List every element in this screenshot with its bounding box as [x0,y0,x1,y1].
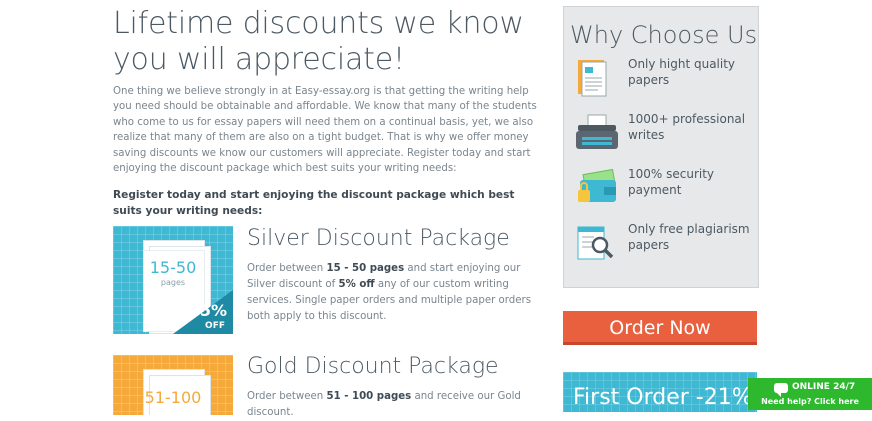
silver-thumb-off: OFF [205,321,225,331]
why-choose-us-title: Why Choose Us [570,21,758,49]
why-item-writers: 1000+ professional writes [574,111,754,161]
order-now-button[interactable]: Order Now [563,311,757,345]
gold-thumb-range: 51-100 [144,388,202,407]
gold-package-thumbnail: 51-100 [113,355,233,415]
why-item-label: 1000+ professional writes [628,112,746,142]
gold-package-title: Gold Discount Package [247,354,499,379]
page-headline: Lifetime discounts we know you will appr… [113,6,524,77]
silver-package-description: Order between 15 - 50 pages and start en… [247,263,532,322]
silver-package-title: Silver Discount Package [247,226,510,251]
chat-bubble-icon [774,383,788,397]
chat-help-link[interactable]: Need help? Click here [748,397,872,406]
silver-thumb-percent: 5% [199,301,227,320]
why-item-security: 100% security payment [574,166,754,216]
silver-thumb-unit: pages [160,278,186,287]
document-icon [578,60,607,97]
live-chat-widget[interactable]: ONLINE 24/7 Need help? Click here [748,378,872,410]
plagiarism-check-icon [577,226,614,260]
why-choose-us-panel: Why Choose Us Only hight quality papers … [563,6,759,288]
typewriter-icon [576,114,618,149]
silver-package-thumbnail: 15-50 pages 5% OFF [113,226,233,334]
why-item-label: 100% security payment [628,167,715,197]
register-callout: Register today and start enjoying the di… [113,189,515,217]
why-item-plagiarism: Only free plagiarism papers [574,221,754,271]
why-item-quality: Only hight quality papers [574,56,754,106]
why-item-label: Only free plagiarism papers [628,222,750,252]
chat-status: ONLINE 24/7 [792,382,856,392]
intro-paragraph: One thing we believe strongly in at Easy… [113,86,537,175]
silver-thumb-range: 15-50 [149,258,197,277]
gold-package-description: Order between 51 - 100 pages and receive… [247,391,521,418]
why-item-label: Only hight quality papers [628,57,736,87]
wallet-lock-icon [578,168,616,202]
first-order-banner[interactable]: First Order -21% [563,372,757,412]
